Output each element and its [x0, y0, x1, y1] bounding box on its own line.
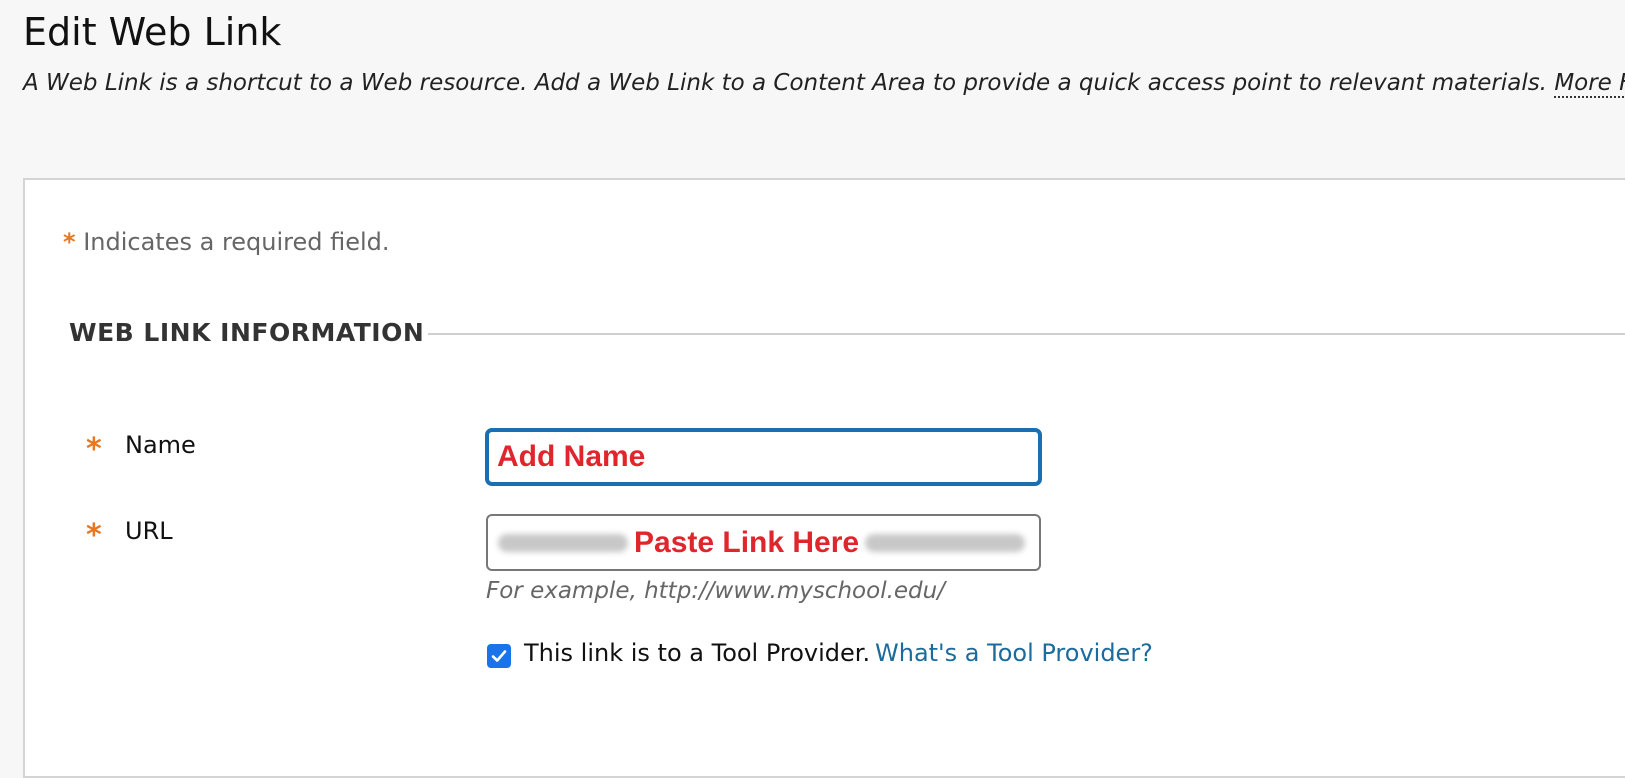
- name-input[interactable]: Add Name: [485, 428, 1042, 486]
- url-required-star-icon: *: [86, 518, 102, 553]
- section-divider: [428, 333, 1625, 335]
- name-input-value: Add Name: [497, 440, 646, 473]
- required-note-text: Indicates a required field.: [83, 228, 390, 256]
- name-required-star-icon: *: [86, 432, 102, 467]
- url-blurred-text-start: [498, 533, 628, 552]
- tool-provider-label: This link is to a Tool Provider.: [524, 639, 871, 667]
- tool-provider-help-link[interactable]: What's a Tool Provider?: [875, 639, 1153, 667]
- url-blurred-text-end: [865, 533, 1026, 552]
- section-title: WEB LINK INFORMATION: [69, 318, 425, 347]
- more-help-link[interactable]: More Help: [1554, 70, 1625, 98]
- url-label: URL: [125, 517, 173, 545]
- name-label: Name: [125, 431, 196, 459]
- page-description: A Web Link is a shortcut to a Web resour…: [23, 70, 1625, 98]
- required-star-icon: *: [63, 228, 76, 256]
- checkmark-icon: [491, 650, 507, 662]
- page-description-text: A Web Link is a shortcut to a Web resour…: [23, 70, 1547, 96]
- page-title: Edit Web Link: [23, 10, 282, 54]
- url-input-overlay: Paste Link Here: [634, 525, 860, 559]
- url-input[interactable]: Paste Link Here: [486, 514, 1041, 571]
- required-field-note: * Indicates a required field.: [63, 228, 390, 256]
- url-example-hint: For example, http://www.myschool.edu/: [486, 578, 945, 604]
- tool-provider-checkbox[interactable]: [487, 644, 511, 668]
